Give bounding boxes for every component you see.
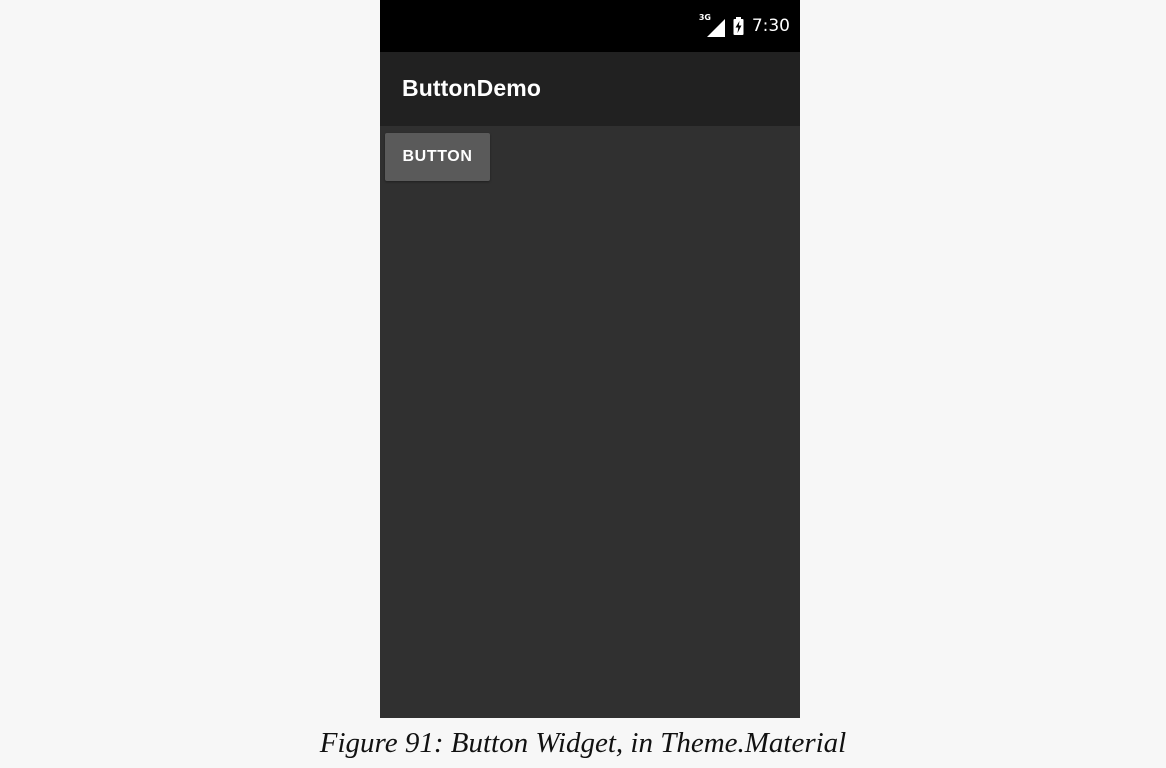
status-icons: 3G 7:30 bbox=[699, 0, 790, 52]
figure-caption: Figure 91: Button Widget, in Theme.Mater… bbox=[319, 727, 847, 759]
status-time: 7:30 bbox=[751, 15, 790, 36]
app-bar: ButtonDemo bbox=[380, 52, 800, 126]
content-area: BUTTON bbox=[380, 126, 800, 718]
demo-button[interactable]: BUTTON bbox=[385, 133, 490, 181]
app-title: ButtonDemo bbox=[402, 75, 541, 101]
signal-icon: 3G bbox=[699, 14, 725, 37]
signal-strength-icon bbox=[706, 19, 725, 37]
status-bar: 3G 7:30 bbox=[380, 0, 800, 52]
phone-screen: 3G 7:30 ButtonDemo BUTTON bbox=[380, 0, 800, 718]
battery-charging-icon bbox=[733, 17, 744, 35]
